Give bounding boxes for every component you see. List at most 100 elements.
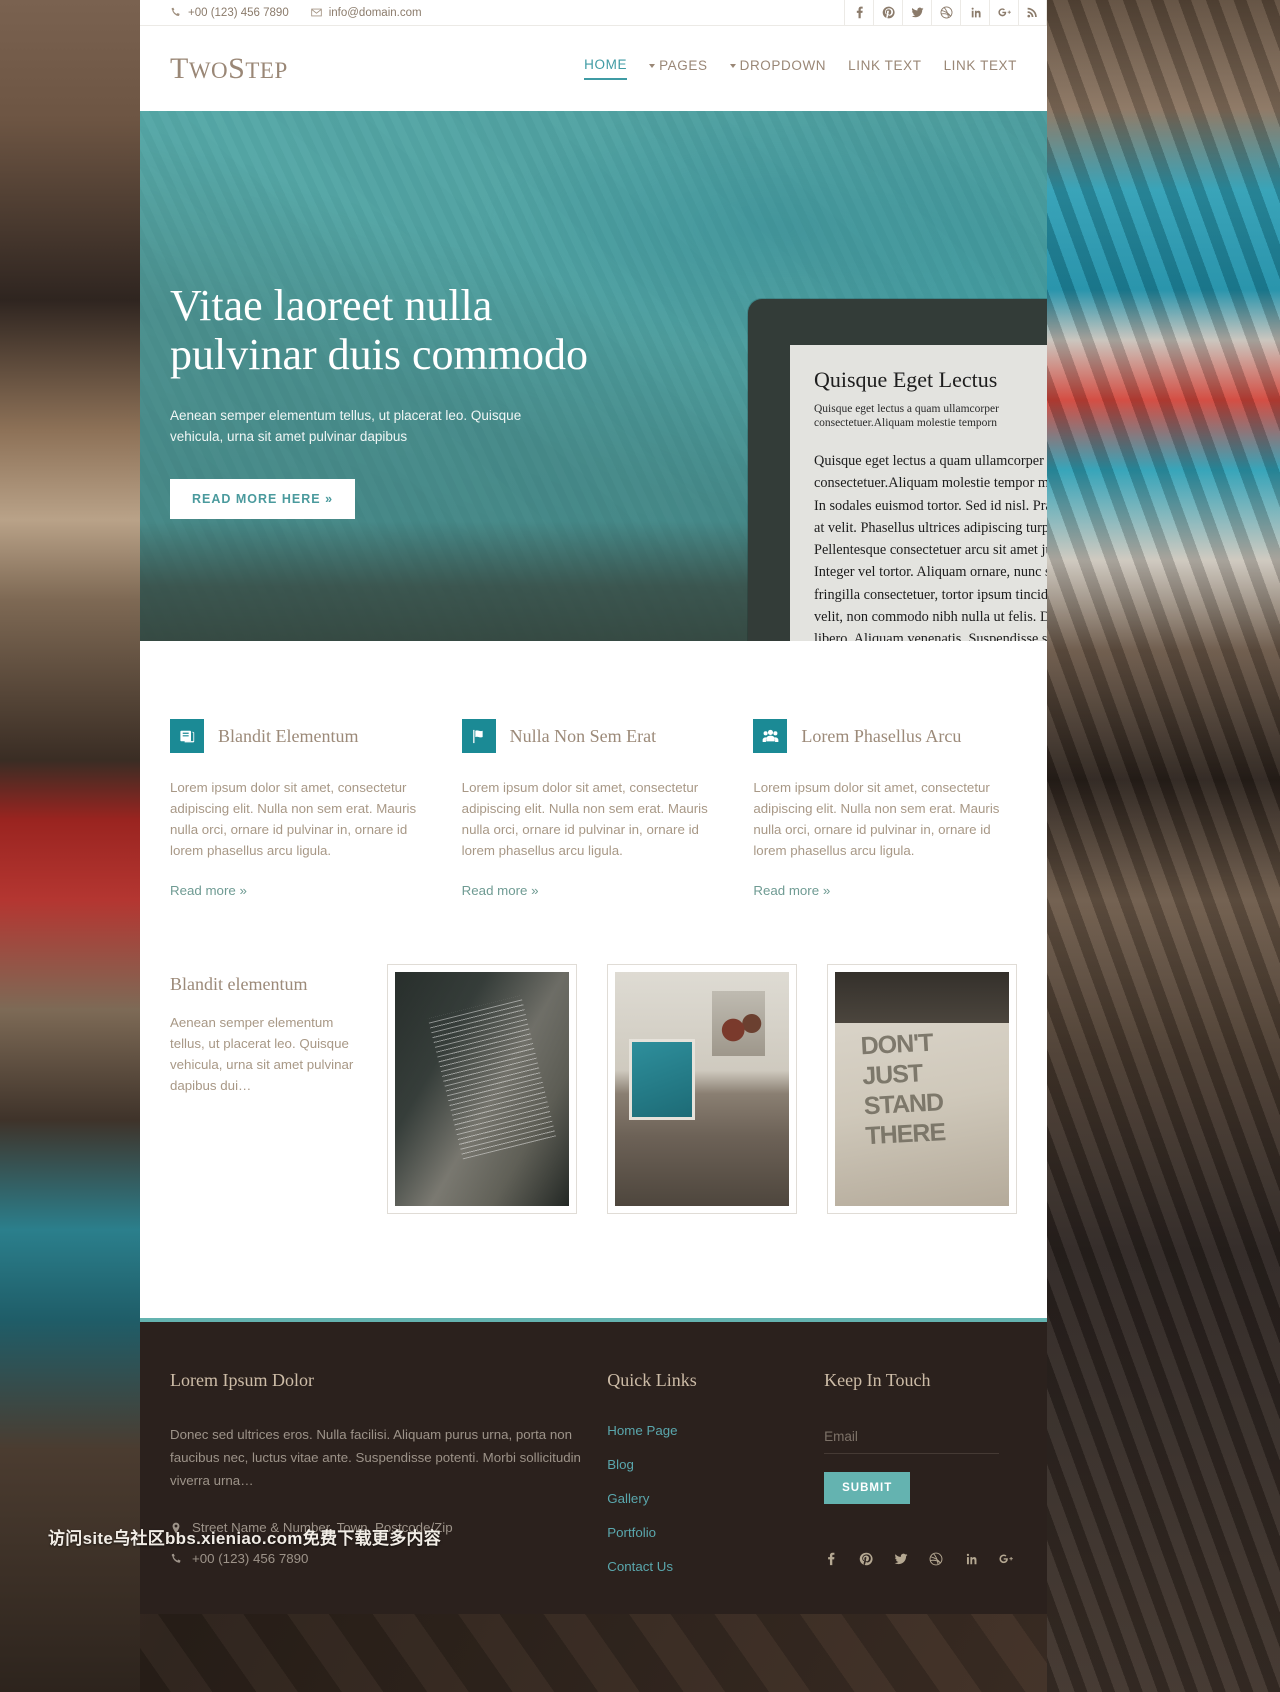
gallery-section: Blandit elementum Aenean semper elementu…	[140, 900, 1047, 1318]
gallery-items	[387, 964, 1017, 1214]
dont-just-stand-there-poster-photo	[835, 972, 1009, 1206]
hero-copy: Vitae laoreet nulla pulvinar duis commod…	[170, 171, 600, 519]
footer-keep-in-touch-column: Keep In Touch SUBMIT	[800, 1370, 1017, 1574]
footer-link-portfolio[interactable]: Portfolio	[607, 1525, 800, 1540]
submit-button[interactable]: SUBMIT	[824, 1472, 911, 1504]
nav-label-home: HOME	[584, 57, 628, 72]
feature-card-2: Nulla Non Sem Erat Lorem ipsum dolor sit…	[461, 719, 726, 900]
top-bar-social-list	[844, 0, 1047, 26]
nav-label-link-2: LINK TEXT	[943, 58, 1017, 73]
top-bar-phone-text: +00 (123) 456 7890	[188, 6, 289, 19]
pinterest-icon[interactable]	[859, 1552, 873, 1566]
gallery-intro: Blandit elementum Aenean semper elementu…	[170, 964, 359, 1096]
footer-link-contact-us[interactable]: Contact Us	[607, 1559, 800, 1574]
footer-quick-links-list: Home Page Blog Gallery Portfolio Contact…	[607, 1423, 800, 1574]
feature-read-more-1[interactable]: Read more »	[170, 883, 247, 898]
footer-link-gallery[interactable]: Gallery	[607, 1491, 800, 1506]
tablet-title: Quisque Eget Lectus	[814, 367, 998, 392]
footer-about-title: Lorem Ipsum Dolor	[170, 1370, 314, 1390]
nav-item-link-text-1[interactable]: LINK TEXT	[848, 58, 921, 79]
dribbble-icon[interactable]	[929, 1552, 943, 1566]
desk-with-plants-photo	[615, 972, 789, 1206]
googleplus-icon[interactable]	[999, 1552, 1013, 1566]
footer-social-list	[824, 1552, 1017, 1566]
nav-label-link-1: LINK TEXT	[848, 58, 922, 73]
tablet-screen: Quisque Eget Lectus Quisque eget lectus …	[790, 345, 1047, 641]
facebook-icon[interactable]	[844, 0, 873, 26]
users-icon	[753, 719, 788, 753]
tablet-lead-text: Quisque eget lectus a quam ullamcorper c…	[814, 403, 999, 429]
facebook-icon[interactable]	[824, 1552, 838, 1566]
background-right-strip	[1047, 0, 1280, 1692]
hero-subtitle: Aenean semper elementum tellus, ut place…	[170, 408, 522, 444]
nav-item-link-text-2[interactable]: LINK TEXT	[944, 58, 1017, 79]
logo-part-1: T	[170, 51, 189, 85]
gallery-text: Aenean semper elementum tellus, ut place…	[170, 1015, 354, 1093]
site-header: TWOSTEP HOME PAGES DROPDOWN LINK TEXT LI…	[140, 26, 1047, 111]
logo-part-4: TEP	[245, 57, 288, 83]
read-more-here-button[interactable]: READ MORE HERE »	[170, 479, 356, 519]
twitter-icon[interactable]	[902, 0, 931, 26]
feature-title-1: Blandit Elementum	[218, 725, 359, 746]
tablet-device: Quisque Eget Lectus Quisque eget lectus …	[748, 299, 1047, 641]
nav-item-home[interactable]: HOME	[584, 57, 628, 80]
feature-title-2: Nulla Non Sem Erat	[509, 725, 657, 746]
nav-label-dropdown: DROPDOWN	[739, 58, 827, 73]
watermark-text: 访问site乌社区bbs.xieniao.com免费下载更多内容	[48, 1529, 442, 1548]
envelope-icon	[310, 7, 322, 18]
linkedin-icon[interactable]	[960, 0, 989, 26]
hero-title: Vitae laoreet nulla pulvinar duis commod…	[170, 281, 588, 379]
feature-read-more-2[interactable]: Read more »	[462, 883, 539, 898]
feature-text-1: Lorem ipsum dolor sit amet, consectetur …	[170, 780, 417, 858]
footer-link-blog[interactable]: Blog	[607, 1457, 800, 1472]
ereader-in-hands-photo	[395, 972, 569, 1206]
logo-part-3: S	[228, 51, 246, 85]
footer-quick-links-column: Quick Links Home Page Blog Gallery Portf…	[583, 1370, 800, 1574]
footer-phone: +00 (123) 456 7890	[170, 1551, 583, 1566]
site-logo[interactable]: TWOSTEP	[170, 52, 288, 86]
feature-text-2: Lorem ipsum dolor sit amet, consectetur …	[461, 780, 708, 858]
phone-icon	[170, 1553, 182, 1565]
chevron-down-icon	[729, 64, 736, 68]
feature-header-1: Blandit Elementum	[170, 719, 434, 753]
feature-card-3: Lorem Phasellus Arcu Lorem ipsum dolor s…	[753, 719, 1017, 900]
tablet-body-text: Quisque eget lectus a quam ullamcorper c…	[814, 453, 1047, 641]
logo-part-2: WO	[188, 57, 229, 83]
pinterest-icon[interactable]	[873, 0, 902, 26]
book-icon	[170, 719, 204, 753]
feature-header-3: Lorem Phasellus Arcu	[753, 719, 1017, 753]
nav-label-pages: PAGES	[659, 58, 708, 73]
footer-keep-in-touch-title: Keep In Touch	[824, 1370, 931, 1390]
feature-title-3: Lorem Phasellus Arcu	[801, 725, 962, 746]
top-bar-email[interactable]: info@domain.com	[310, 6, 422, 19]
linkedin-icon[interactable]	[964, 1552, 978, 1566]
dribbble-icon[interactable]	[931, 0, 960, 26]
footer-about-text: Donec sed ultrices eros. Nulla facilisi.…	[170, 1427, 581, 1488]
gallery-title: Blandit elementum	[170, 974, 308, 994]
top-bar-email-text: info@domain.com	[328, 6, 422, 19]
chevron-down-icon	[649, 64, 656, 68]
phone-icon	[170, 7, 181, 18]
background-left-strip	[0, 0, 140, 1692]
feature-header-2: Nulla Non Sem Erat	[461, 719, 726, 753]
googleplus-icon[interactable]	[989, 0, 1018, 26]
gallery-item-1[interactable]	[387, 964, 577, 1214]
feature-card-1: Blandit Elementum Lorem ipsum dolor sit …	[170, 719, 434, 900]
footer-link-home-page[interactable]: Home Page	[607, 1423, 800, 1438]
site-footer: Lorem Ipsum Dolor Donec sed ultrices ero…	[140, 1318, 1047, 1614]
footer-quick-links-title: Quick Links	[607, 1370, 697, 1390]
features-section: Blandit Elementum Lorem ipsum dolor sit …	[140, 641, 1047, 900]
nav-item-pages[interactable]: PAGES	[649, 58, 708, 79]
feature-read-more-3[interactable]: Read more »	[753, 883, 830, 898]
top-bar-contact-group: +00 (123) 456 7890 info@domain.com	[170, 7, 422, 19]
hero-section: Vitae laoreet nulla pulvinar duis commod…	[140, 111, 1047, 641]
email-input[interactable]	[824, 1423, 1000, 1454]
nav-item-dropdown[interactable]: DROPDOWN	[729, 58, 827, 79]
twitter-icon[interactable]	[894, 1552, 908, 1566]
site-container: +00 (123) 456 7890 info@domain.com TWOST…	[140, 0, 1047, 1614]
top-bar-phone[interactable]: +00 (123) 456 7890	[170, 7, 289, 19]
rss-icon[interactable]	[1018, 0, 1047, 26]
gallery-item-3[interactable]	[827, 964, 1017, 1214]
gallery-item-2[interactable]	[607, 964, 797, 1214]
footer-phone-text: +00 (123) 456 7890	[192, 1551, 309, 1566]
